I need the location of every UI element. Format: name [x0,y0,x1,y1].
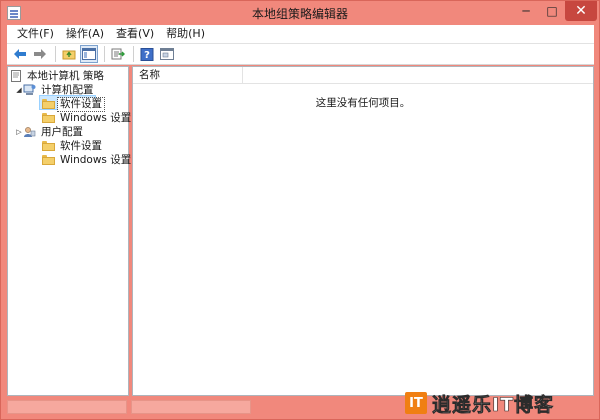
up-one-level-button[interactable] [60,45,78,63]
watermark-logo: IT [405,392,427,414]
forward-button[interactable] [31,45,49,63]
tree-item-computer-software[interactable]: 软件设置 [42,96,105,112]
tree-item-label: 软件设置 [60,139,102,152]
up-folder-icon [62,50,76,60]
back-arrow-icon [14,49,26,59]
toolbar-separator [133,46,134,62]
results-pane[interactable]: 名称 这里没有任何项目。 [132,66,594,396]
back-button[interactable] [11,45,29,63]
help-icon: ? [140,47,154,61]
folder-icon [42,141,55,151]
folder-icon [42,113,55,123]
tree-item-user-config[interactable]: ▷ 用户配置 [15,125,85,139]
watermark: IT 逍遥乐IT博客 [405,389,554,417]
menu-action[interactable]: 操作(A) [60,25,110,43]
status-cell [131,400,251,414]
tree-item-label: 软件设置 [57,96,105,112]
export-list-button[interactable] [109,45,127,63]
folder-icon [42,99,55,109]
tree-item-label: 本地计算机 策略 [27,69,104,82]
empty-list-message: 这里没有任何项目。 [315,97,411,109]
tree-item-computer-config[interactable]: ◢ 计算机配置 [15,83,96,97]
computer-icon [23,84,36,95]
export-list-icon [111,48,125,60]
tree-item-computer-windows[interactable]: Windows 设置 [42,111,133,125]
show-hide-tree-button[interactable] [80,45,98,63]
tree-item-user-software[interactable]: 软件设置 [42,139,104,153]
maximize-button[interactable]: □ [539,1,565,21]
tree-item-label: 计算机配置 [41,83,94,96]
toolbar: ? [7,43,594,65]
folder-icon [42,155,55,165]
user-icon [24,127,36,137]
status-cell [7,400,127,414]
minimize-button[interactable]: ─ [513,1,539,21]
app-window: 本地组策略编辑器 ─ □ ✕ 文件(F) 操作(A) 查看(V) 帮助(H) ? [0,0,600,420]
expanded-arrow-icon[interactable]: ◢ [15,86,23,94]
tree-item-user-windows[interactable]: Windows 设置 [42,153,133,167]
toolbar-separator [55,46,56,62]
close-button[interactable]: ✕ [565,1,597,21]
collapsed-arrow-icon[interactable]: ▷ [15,128,23,136]
policy-document-icon [11,70,21,82]
tree-item-local-policy[interactable]: 本地计算机 策略 [11,69,106,83]
tree-item-label: 用户配置 [41,125,83,138]
window-title: 本地组策略编辑器 [251,7,348,21]
tree-item-label: Windows 设置 [60,111,132,124]
list-column-header: 名称 [133,66,593,84]
console-tree-pane[interactable]: 本地计算机 策略 ◢ 计算机配置 软件设置 Windows 设置 ▷ 用户配置 [7,66,131,396]
toolbar-separator [104,46,105,62]
menu-help[interactable]: 帮助(H) [160,25,211,43]
properties-icon [160,48,174,60]
forward-arrow-icon [34,49,46,59]
tree-item-label: Windows 设置 [60,153,132,166]
title-bar[interactable]: 本地组策略编辑器 ─ □ ✕ [1,1,599,25]
column-header-name[interactable]: 名称 [133,66,243,84]
menu-view[interactable]: 查看(V) [110,25,160,43]
show-hide-tree-icon [82,48,96,60]
menu-bar: 文件(F) 操作(A) 查看(V) 帮助(H) [7,25,594,43]
properties-button[interactable] [158,45,176,63]
watermark-text: 逍遥乐IT博客 [432,393,555,416]
svg-text:?: ? [144,50,150,61]
menu-file[interactable]: 文件(F) [11,25,60,43]
help-button[interactable]: ? [138,45,156,63]
